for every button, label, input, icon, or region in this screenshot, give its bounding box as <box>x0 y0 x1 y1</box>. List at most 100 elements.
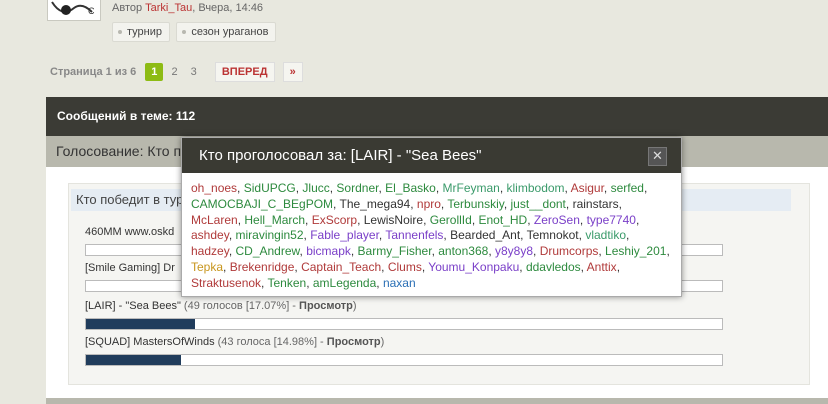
voter-link[interactable]: GerollId <box>430 213 472 227</box>
voter-link[interactable]: Leshiy_201 <box>605 244 666 258</box>
poll-option-bar-fill <box>86 355 182 365</box>
voter-separator: , <box>357 212 364 227</box>
next-page-button[interactable]: ВПЕРЕД <box>214 62 275 82</box>
author-prefix: Автор <box>112 2 143 14</box>
voter-link[interactable]: Jlucc <box>302 181 329 195</box>
voter-link[interactable]: Asigur <box>571 181 604 195</box>
poll-option-name: [LAIR] - "Sea Bees" <box>85 300 181 312</box>
voter-link[interactable]: Sordner <box>336 181 378 195</box>
voter-link[interactable]: Temnokot <box>527 228 579 242</box>
poll-option-votes: (43 голоса [14.98%] - <box>217 336 324 348</box>
voter-link[interactable]: The_mega94 <box>340 197 411 211</box>
svg-text:C: C <box>88 6 95 16</box>
poll-option-view-link[interactable]: Просмотр <box>327 336 381 348</box>
poll-option-name: 460MM www.oskd <box>85 226 175 238</box>
voter-link[interactable]: amLegenda <box>313 276 376 290</box>
voter-separator: , <box>579 212 587 227</box>
voter-link[interactable]: El_Basko <box>385 181 436 195</box>
voter-link[interactable]: Anttix <box>587 260 617 274</box>
voter-link[interactable]: ashdey <box>191 228 229 242</box>
voter-link[interactable]: SidUPCG <box>244 181 296 195</box>
voter-separator: , <box>565 196 573 211</box>
voter-separator: , <box>603 181 611 195</box>
poll-option-bar <box>85 318 723 330</box>
voter-link[interactable]: rainstars <box>573 197 619 211</box>
voter-separator: , <box>237 181 244 195</box>
voter-separator: , <box>488 244 495 259</box>
post-time: Вчера, 14:46 <box>198 2 264 14</box>
voter-link[interactable]: Terbunskiy <box>447 197 503 211</box>
voter-link[interactable]: ddavledos <box>526 260 581 274</box>
voter-link[interactable]: CD_Andrew <box>235 244 299 258</box>
voter-separator: , <box>423 212 430 227</box>
voter-separator: , <box>305 212 312 227</box>
voter-link[interactable]: LewisNoire <box>364 213 423 227</box>
voter-link[interactable]: Tannenfels <box>385 228 443 242</box>
tag-tournament[interactable]: турнир <box>112 22 170 42</box>
voter-link[interactable]: Drumcorps <box>540 244 599 258</box>
voter-link[interactable]: Fable_player <box>310 228 379 242</box>
poll-option-label: [LAIR] - "Sea Bees" (49 голосов [17.07%]… <box>85 300 725 315</box>
voter-link[interactable]: Hell_March <box>244 213 305 227</box>
poll-option-label: [SQUAD] MastersOfWinds (43 голоса [14.98… <box>85 336 725 351</box>
voter-link[interactable]: type7740 <box>587 213 636 227</box>
voter-link[interactable]: ExScorp <box>312 213 357 227</box>
voter-link[interactable]: Tepka <box>191 260 223 274</box>
voter-list: oh_noes, SidUPCG, Jlucc, Sordner, El_Bas… <box>182 173 681 292</box>
poll-option-paren: ) <box>352 300 357 312</box>
page-link-1[interactable]: 1 <box>145 63 164 81</box>
voter-link[interactable]: Brekenridge <box>230 260 295 274</box>
poll-option-name: [SQUAD] MastersOfWinds <box>85 336 215 348</box>
voter-link[interactable]: Clums <box>388 260 422 274</box>
voter-link[interactable]: ZeroSen <box>534 213 580 227</box>
topic-message-count: Сообщений в теме: 112 <box>46 97 828 136</box>
voter-link[interactable]: McLaren <box>191 213 238 227</box>
voter-link[interactable]: hadzey <box>191 244 229 258</box>
voter-link[interactable]: serfed <box>611 181 644 195</box>
voter-separator: , <box>376 275 383 290</box>
voter-link[interactable]: MrFeyman <box>443 181 500 195</box>
voter-separator: , <box>533 244 540 259</box>
voter-link[interactable]: miravingin52 <box>235 228 303 242</box>
poll-option-4: [SQUAD] MastersOfWinds (43 голоса [14.98… <box>85 336 725 366</box>
voter-separator: , <box>616 259 621 274</box>
voter-link[interactable]: anton368 <box>438 244 488 258</box>
page-link-3[interactable]: 3 <box>186 63 202 81</box>
voters-modal: Кто проголосовал за: [LAIR] - "Sea Bees"… <box>181 137 682 297</box>
poll-option-name: [Smile Gaming] Dr <box>85 262 175 274</box>
author-separator: , <box>192 2 196 14</box>
modal-title: Кто проголосовал за: [LAIR] - "Sea Bees" <box>199 147 482 164</box>
voter-link[interactable]: just__dont <box>511 197 566 211</box>
voter-link[interactable]: Tenken <box>268 276 307 290</box>
poll-option-view-link[interactable]: Просмотр <box>299 300 353 312</box>
voter-link[interactable]: Bearded_Ant <box>450 228 520 242</box>
voter-link[interactable]: CAMOCBAJI_C_BEgPOM <box>191 197 333 211</box>
voter-link[interactable]: Youmu_Konpaku <box>428 260 519 274</box>
voter-separator: , <box>635 212 640 227</box>
voter-separator: , <box>503 196 511 211</box>
tag-hurricane-season[interactable]: сезон ураганов <box>176 22 277 42</box>
voter-link[interactable]: Enot_HD <box>478 213 527 227</box>
last-page-button[interactable]: » <box>282 62 303 82</box>
poll-option-votes: (49 голосов [17.07%] - <box>183 300 296 312</box>
author-avatar[interactable]: C <box>47 0 101 21</box>
pagination: Страница 1 из 6 1 2 3 ВПЕРЕД » <box>50 62 303 82</box>
voter-link[interactable]: Straktusenok <box>191 276 261 290</box>
voter-link[interactable]: Barmy_Fisher <box>358 244 432 258</box>
voter-link[interactable]: npro <box>417 197 441 211</box>
close-icon[interactable]: ✕ <box>648 147 667 166</box>
voter-link[interactable]: vladtiko <box>585 228 626 242</box>
voter-link[interactable]: klimbodom <box>507 181 565 195</box>
voter-link[interactable]: Captain_Teach <box>301 260 381 274</box>
voter-separator: , <box>410 196 417 211</box>
voter-link[interactable]: oh_noes <box>191 181 237 195</box>
poll-option-bar <box>85 354 723 366</box>
voter-link[interactable]: bicmapk <box>306 244 351 258</box>
voter-link[interactable]: naxan <box>383 276 416 290</box>
voter-link[interactable]: y8y8y8 <box>495 244 533 258</box>
voter-separator: , <box>527 212 534 227</box>
page-link-2[interactable]: 2 <box>166 63 182 81</box>
author-name-link[interactable]: Tarki_Tau <box>145 2 192 14</box>
page-info: Страница 1 из 6 <box>50 66 137 78</box>
voter-separator: , <box>499 181 507 195</box>
